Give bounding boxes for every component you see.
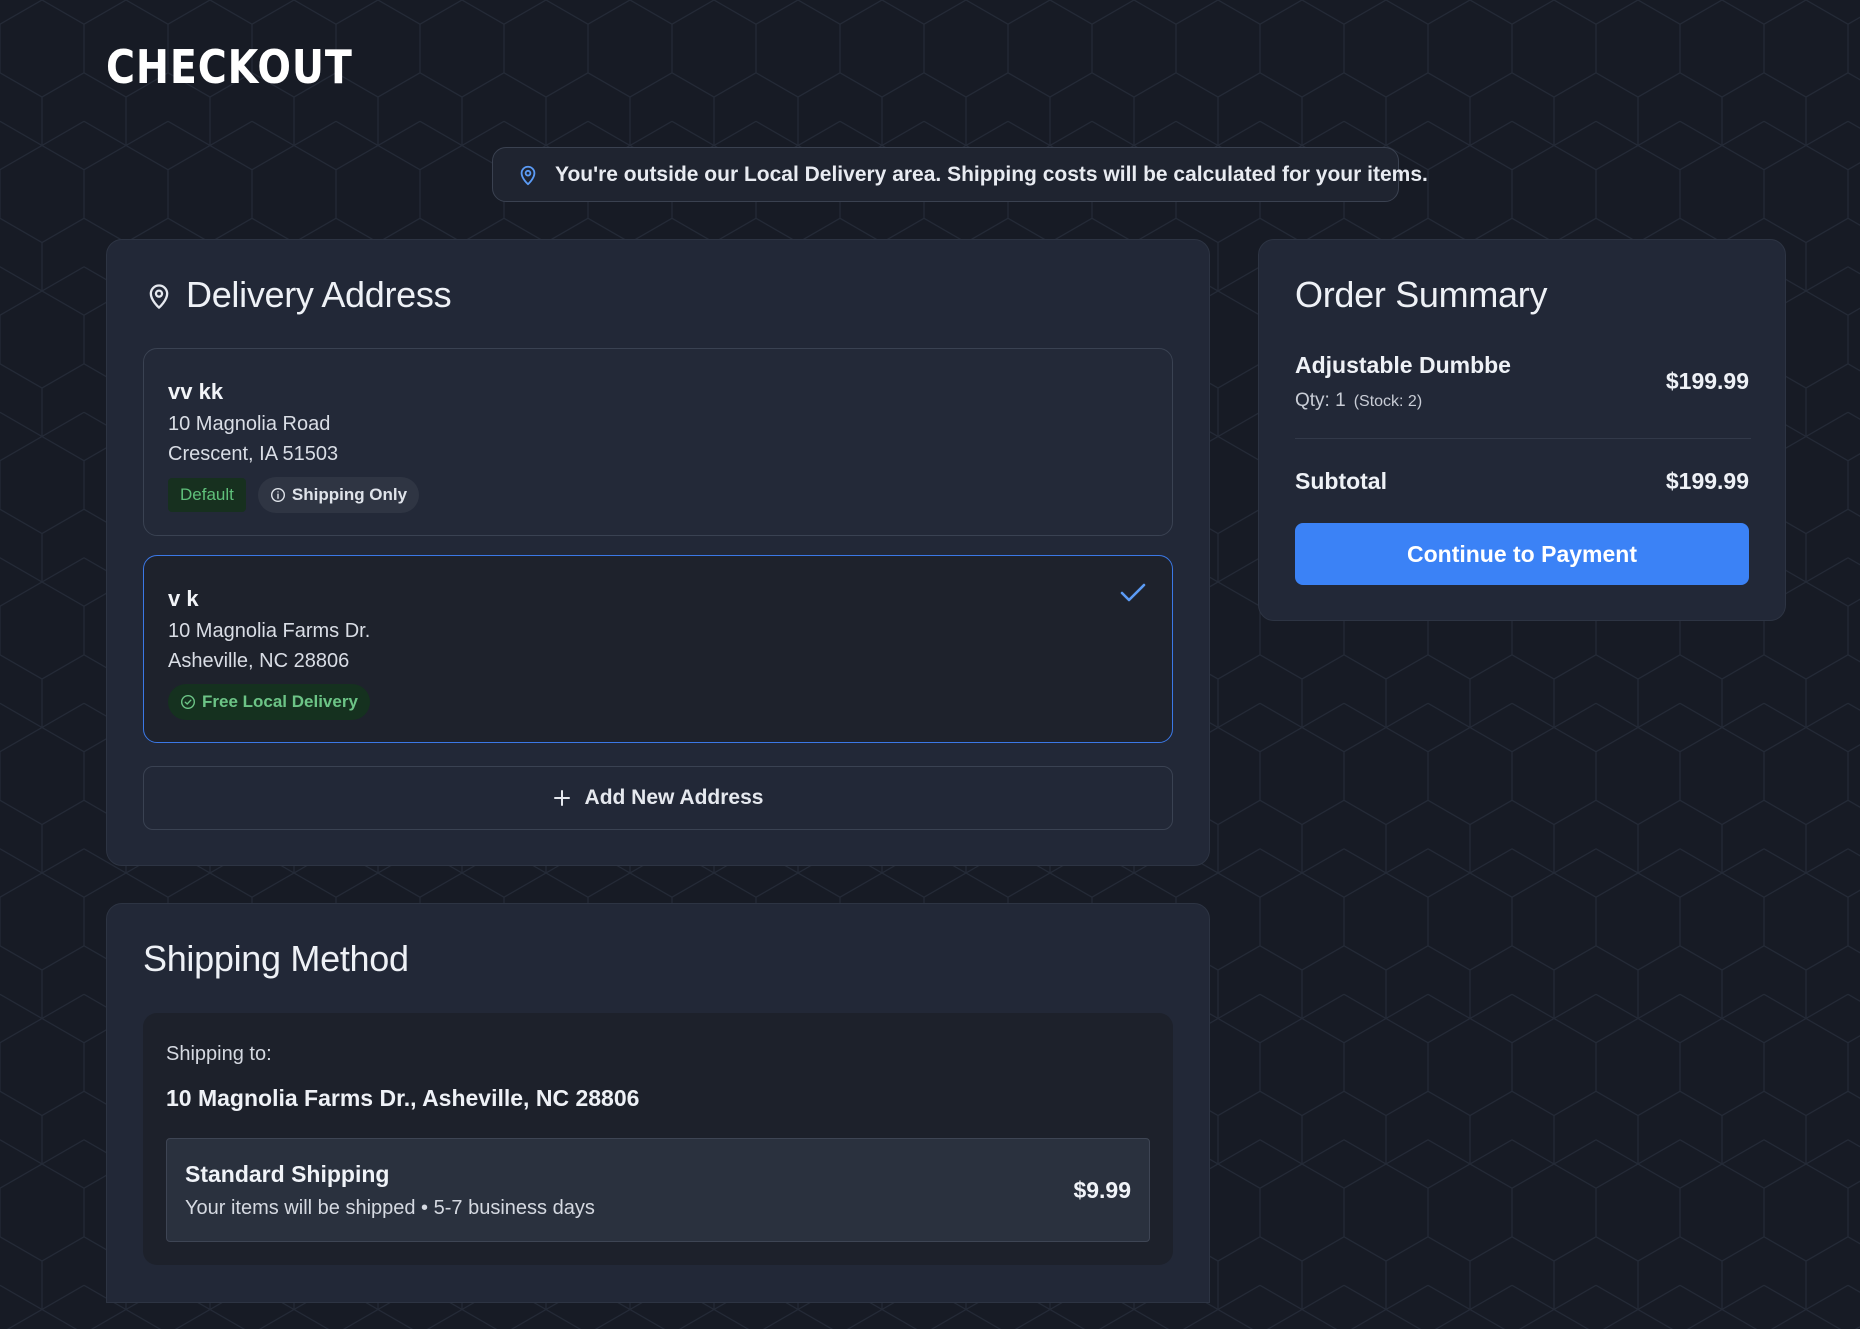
address-name: v k xyxy=(168,586,199,611)
map-pin-icon xyxy=(517,163,539,187)
free-local-delivery-label: Free Local Delivery xyxy=(202,692,358,711)
address-badges: Free Local Delivery xyxy=(168,684,370,720)
default-badge: Default xyxy=(168,478,246,512)
info-icon xyxy=(270,487,285,503)
shipping-to-address: 10 Magnolia Farms Dr., Asheville, NC 288… xyxy=(166,1085,640,1111)
checkmark-icon xyxy=(1120,582,1146,604)
order-summary-card: Order Summary Adjustable Dumbbe Qty: 1 (S… xyxy=(1258,239,1786,621)
delivery-address-card: Delivery Address vv kk 10 Magnolia Road … xyxy=(106,239,1210,866)
shipping-option-price: $9.99 xyxy=(1073,1177,1131,1203)
item-quantity: Qty: 1 (Stock: 2) xyxy=(1295,390,1422,412)
address-city-state-zip: Asheville, NC 28806 xyxy=(168,650,350,672)
address-option-1[interactable]: vv kk 10 Magnolia Road Crescent, IA 5150… xyxy=(143,348,1173,536)
shipping-method-heading: Shipping Method xyxy=(143,938,409,979)
item-stock: (Stock: 2) xyxy=(1353,393,1423,410)
standard-shipping-option[interactable]: Standard Shipping Your items will be shi… xyxy=(166,1138,1150,1242)
add-new-address-label: Add New Address xyxy=(584,786,764,809)
page-title: CHECKOUT xyxy=(106,40,353,94)
item-qty-text: Qty: 1 xyxy=(1295,390,1346,411)
address-city-state-zip: Crescent, IA 51503 xyxy=(168,443,339,465)
item-name: Adjustable Dumbbe xyxy=(1295,352,1511,378)
subtotal-label: Subtotal xyxy=(1295,468,1387,494)
checkout-page: CHECKOUT You're outside our Local Delive… xyxy=(0,0,1860,1329)
shipping-option-name: Standard Shipping xyxy=(185,1161,390,1187)
shipping-to-label: Shipping to: xyxy=(166,1043,272,1065)
check-circle-icon xyxy=(180,694,196,710)
address-option-2-selected[interactable]: v k 10 Magnolia Farms Dr. Asheville, NC … xyxy=(143,555,1173,743)
shipping-option-description: Your items will be shipped • 5-7 busines… xyxy=(185,1197,595,1219)
summary-divider xyxy=(1295,438,1751,439)
address-badges: Default Shipping Only xyxy=(168,477,420,513)
delivery-address-heading: Delivery Address xyxy=(186,274,452,315)
notice-text: You're outside our Local Delivery area. … xyxy=(555,162,1428,186)
shipping-details-box: Shipping to: 10 Magnolia Farms Dr., Ashe… xyxy=(143,1013,1173,1265)
item-price: $199.99 xyxy=(1665,368,1749,394)
map-pin-icon xyxy=(145,281,173,311)
add-new-address-button[interactable]: Add New Address xyxy=(143,766,1173,830)
address-street: 10 Magnolia Farms Dr. xyxy=(168,620,371,642)
shipping-only-badge: Shipping Only xyxy=(257,477,420,513)
address-name: vv kk xyxy=(168,379,224,404)
delivery-area-notice: You're outside our Local Delivery area. … xyxy=(492,147,1428,202)
order-summary-heading: Order Summary xyxy=(1295,274,1548,315)
shipping-method-card: Shipping Method Shipping to: 10 Magnolia… xyxy=(106,903,1210,1303)
address-street: 10 Magnolia Road xyxy=(168,413,331,435)
subtotal-value: $199.99 xyxy=(1665,468,1749,494)
plus-icon xyxy=(553,790,570,806)
shipping-only-label: Shipping Only xyxy=(291,485,408,504)
continue-to-payment-button[interactable]: Continue to Payment xyxy=(1295,523,1749,585)
free-local-delivery-badge: Free Local Delivery xyxy=(168,684,370,720)
